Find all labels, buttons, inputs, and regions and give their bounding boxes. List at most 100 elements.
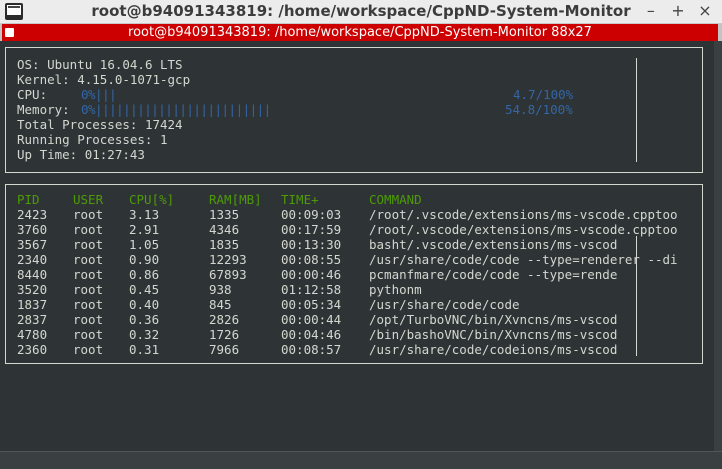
os-label: OS: (17, 57, 48, 72)
cell-cpu: 1.05 (129, 237, 160, 252)
cell-pid: 3567 (17, 237, 48, 252)
tab-bar: root@b94091343819: /home/workspace/CppND… (0, 24, 722, 41)
maximize-button[interactable]: + (667, 1, 689, 20)
cell-command: /root/.vscode/extensions/ms-vscode.cppto… (369, 207, 678, 222)
cell-pid: 3760 (17, 222, 48, 237)
system-panel-divider (636, 58, 637, 162)
cell-time: 01:12:58 (281, 282, 342, 297)
cell-cpu: 0.45 (129, 282, 160, 297)
memory-value: 54.8/100% (505, 102, 573, 117)
kernel-line: Kernel: 4.15.0-1071-gcp (17, 72, 190, 87)
cell-ram: 67893 (209, 267, 247, 282)
cell-user: root (73, 237, 104, 252)
cell-cpu: 0.86 (129, 267, 160, 282)
cell-command: /bin/bashoVNC/bin/Xvncns/ms-vscod (369, 327, 618, 342)
cell-cpu: 0.36 (129, 312, 160, 327)
cell-user: root (73, 282, 104, 297)
uptime-value: 01:27:43 (84, 147, 145, 162)
cell-ram: 845 (209, 297, 232, 312)
cell-ram: 1726 (209, 327, 240, 342)
cell-pid: 2837 (17, 312, 48, 327)
cell-command: pcmanfmare/code/code --type=rende (369, 267, 618, 282)
cell-user: root (73, 297, 104, 312)
cell-time: 00:13:30 (281, 237, 342, 252)
column-header-command: COMMAND (369, 192, 422, 207)
cell-pid: 3520 (17, 282, 48, 297)
cell-cpu: 0.31 (129, 342, 160, 357)
running-processes-value: 1 (160, 132, 168, 147)
cell-pid: 2360 (17, 342, 48, 357)
column-header-cpu: CPU[%] (129, 192, 175, 207)
cell-cpu: 0.40 (129, 297, 160, 312)
total-processes-value: 17424 (144, 117, 183, 132)
cpu-label: CPU: (17, 87, 55, 102)
cell-user: root (73, 327, 104, 342)
cell-cpu: 0.32 (129, 327, 160, 342)
close-button[interactable]: × (694, 1, 716, 20)
cell-ram: 1835 (209, 237, 240, 252)
cpu-meter: 0%||| (81, 87, 117, 102)
cell-cpu: 0.90 (129, 252, 160, 267)
cell-ram: 2826 (209, 312, 240, 327)
cell-time: 00:05:34 (281, 297, 342, 312)
cell-time: 00:09:03 (281, 207, 342, 222)
cell-command: /usr/share/code/code --type=renderer --d… (369, 252, 678, 267)
status-bar (0, 451, 722, 469)
cell-ram: 4346 (209, 222, 240, 237)
cell-pid: 8440 (17, 267, 48, 282)
cell-time: 00:08:57 (281, 342, 342, 357)
column-header-pid: PID (17, 192, 40, 207)
cell-user: root (73, 342, 104, 357)
cell-user: root (73, 267, 104, 282)
cell-time: 00:00:44 (281, 312, 342, 327)
cell-command: /opt/TurboVNC/bin/Xvncns/ms-vscod (369, 312, 618, 327)
uptime-label: Up Time: (17, 147, 85, 162)
cell-ram: 12293 (209, 252, 247, 267)
cell-command: /usr/share/code/codeions/ms-vscod (369, 342, 618, 357)
kernel-value: 4.15.0-1071-gcp (77, 72, 191, 87)
cell-cpu: 3.13 (129, 207, 160, 222)
running-processes-line: Running Processes: 1 (17, 132, 168, 147)
cell-ram: 7966 (209, 342, 240, 357)
cell-time: 00:17:59 (281, 222, 342, 237)
os-value: Ubuntu 16.04.6 LTS (47, 57, 183, 72)
cell-user: root (73, 312, 104, 327)
running-processes-label: Running Processes: (17, 132, 160, 147)
tab-close-icon[interactable] (5, 28, 14, 37)
cell-command: pythonm (369, 282, 422, 297)
cell-ram: 1335 (209, 207, 240, 222)
cpu-value: 4.7/100% (513, 87, 574, 102)
window-controls: – + × (640, 1, 716, 20)
minimize-button[interactable]: – (640, 1, 662, 20)
column-header-ram: RAM[MB] (209, 192, 262, 207)
kernel-label: Kernel: (17, 72, 78, 87)
tab-terminal[interactable]: root@b94091343819: /home/workspace/CppND… (2, 24, 718, 41)
tab-label: root@b94091343819: /home/workspace/CppND… (128, 25, 592, 40)
memory-meter: 0%||||||||||||||||||||||||| (81, 102, 271, 117)
cell-command: /root/.vscode/extensions/ms-vscode.cppto… (369, 222, 678, 237)
cell-command: /usr/share/code/code (369, 297, 520, 312)
os-line: OS: Ubuntu 16.04.6 LTS (17, 57, 183, 72)
memory-label: Memory: (17, 102, 78, 117)
cell-cpu: 2.91 (129, 222, 160, 237)
uptime-line: Up Time: 01:27:43 (17, 147, 145, 162)
cell-time: 00:00:46 (281, 267, 342, 282)
window-titlebar[interactable]: root@b94091343819: /home/workspace/CppND… (0, 0, 722, 24)
cell-user: root (73, 222, 104, 237)
cell-pid: 1837 (17, 297, 48, 312)
cell-user: root (73, 207, 104, 222)
cell-time: 00:04:46 (281, 327, 342, 342)
cell-pid: 2423 (17, 207, 48, 222)
cell-user: root (73, 252, 104, 267)
cell-ram: 938 (209, 282, 232, 297)
cell-command: basht/.vscode/extensions/ms-vscod (369, 237, 618, 252)
column-header-time: TIME+ (281, 192, 319, 207)
terminal-scrollbar[interactable] (714, 41, 722, 451)
total-processes-label: Total Processes: (17, 117, 145, 132)
cell-pid: 2340 (17, 252, 48, 267)
cell-time: 00:08:55 (281, 252, 342, 267)
total-processes-line: Total Processes: 17424 (17, 117, 183, 132)
column-header-user: USER (73, 192, 104, 207)
cell-pid: 4780 (17, 327, 48, 342)
window-title: root@b94091343819: /home/workspace/CppND… (91, 2, 631, 20)
